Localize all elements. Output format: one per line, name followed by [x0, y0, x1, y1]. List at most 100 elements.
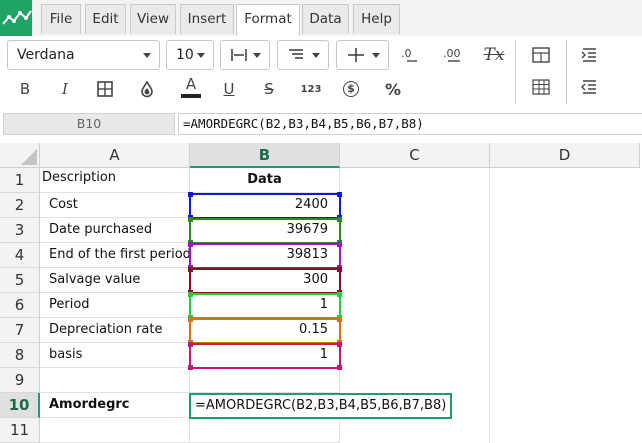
- cell-a11[interactable]: [40, 418, 190, 443]
- bold-icon: B: [19, 80, 31, 98]
- cell-name-box[interactable]: B10: [3, 113, 175, 135]
- row-header-7[interactable]: 7: [0, 318, 40, 343]
- font-color-bar: [181, 94, 201, 98]
- font-color-icon: A: [185, 75, 197, 93]
- toolbar: Verdana 10 .0 .00 Tx B I A U S 123 $ %: [0, 36, 642, 108]
- borders-button[interactable]: [90, 74, 120, 104]
- cell-b2[interactable]: 2400: [190, 193, 340, 218]
- menu-view[interactable]: View: [130, 4, 176, 34]
- underline-button[interactable]: U: [214, 74, 244, 104]
- menu-edit[interactable]: Edit: [85, 4, 126, 34]
- horizontal-align-select[interactable]: [220, 40, 270, 70]
- cell-a5[interactable]: Salvage value: [40, 268, 190, 293]
- currency-format-button[interactable]: $: [336, 74, 366, 104]
- cell-a2[interactable]: Cost: [40, 193, 190, 218]
- clear-format-icon: Tx: [483, 45, 505, 65]
- cell-b6[interactable]: 1: [190, 293, 340, 318]
- grid-icon: [532, 79, 550, 95]
- font-color-button[interactable]: A: [176, 72, 206, 102]
- column-header-a[interactable]: A: [40, 143, 190, 168]
- row-header-6[interactable]: 6: [0, 293, 40, 318]
- decrease-indent-button[interactable]: [574, 72, 604, 102]
- font-size-select[interactable]: 10: [166, 40, 214, 70]
- row-header-1[interactable]: 1: [0, 168, 40, 193]
- row-header-3[interactable]: 3: [0, 218, 40, 243]
- underline-icon: U: [223, 80, 235, 98]
- menu-bar: File Edit View Insert Format Data Help: [0, 0, 642, 36]
- cell-a4[interactable]: End of the first period: [40, 243, 190, 268]
- strikethrough-button[interactable]: S: [254, 74, 284, 104]
- svg-text:.00: .00: [443, 47, 461, 60]
- chevron-down-icon: [253, 53, 261, 58]
- cell-b5[interactable]: 300: [190, 268, 340, 293]
- cell-b7[interactable]: 0.15: [190, 318, 340, 343]
- row-header-2[interactable]: 2: [0, 193, 40, 218]
- indent-icon: [581, 48, 596, 62]
- strikethrough-icon: S: [264, 80, 274, 98]
- outdent-icon: [581, 80, 596, 94]
- chevron-down-icon: [197, 53, 205, 58]
- table-grid-button[interactable]: [526, 72, 556, 102]
- vertical-align-select[interactable]: [336, 40, 389, 70]
- currency-icon: $: [343, 81, 359, 97]
- chevron-down-icon: [143, 53, 151, 58]
- italic-button[interactable]: I: [50, 74, 80, 104]
- menu-file[interactable]: File: [41, 4, 81, 34]
- select-all-corner[interactable]: [0, 143, 40, 168]
- bold-button[interactable]: B: [10, 74, 40, 104]
- align-horizontal-icon: [231, 49, 247, 61]
- increase-decimal-icon: .00: [443, 47, 461, 62]
- cell-a8[interactable]: basis: [40, 343, 190, 368]
- app-logo: [0, 0, 32, 36]
- increase-decimal-button[interactable]: .00: [438, 40, 468, 70]
- row-header-10[interactable]: 10: [0, 393, 40, 418]
- percent-format-button[interactable]: %: [378, 74, 408, 104]
- spreadsheet-grid: A B C D 1 2 3 4 5 6 7 8 9 10 11 Descript…: [0, 143, 642, 443]
- cell-editor[interactable]: =AMORDEGRC(B2,B3,B4,B5,B6,B7,B8): [189, 393, 453, 419]
- clear-format-button[interactable]: Tx: [479, 40, 509, 70]
- row-header-8[interactable]: 8: [0, 343, 40, 368]
- font-family-select[interactable]: Verdana: [7, 40, 160, 70]
- svg-text:.0: .0: [401, 47, 412, 60]
- cell-a1[interactable]: Description: [40, 168, 190, 193]
- text-align-select[interactable]: [277, 40, 329, 70]
- chevron-down-icon: [372, 53, 380, 58]
- cell-a9[interactable]: [40, 368, 190, 393]
- cell-b9[interactable]: [190, 368, 340, 393]
- formula-input[interactable]: =AMORDEGRC(B2,B3,B4,B5,B6,B7,B8): [178, 113, 642, 135]
- percent-icon: %: [384, 79, 402, 99]
- column-d-cells[interactable]: [490, 168, 642, 443]
- cell-b4[interactable]: 39813: [190, 243, 340, 268]
- row-header-9[interactable]: 9: [0, 368, 40, 393]
- cell-b11[interactable]: [190, 418, 340, 443]
- cell-a7[interactable]: Depreciation rate: [40, 318, 190, 343]
- borders-icon: [97, 81, 113, 97]
- chevron-down-icon: [312, 53, 320, 58]
- number-format-button[interactable]: 123: [296, 74, 326, 104]
- fill-color-button[interactable]: [132, 74, 162, 104]
- increase-indent-button[interactable]: [574, 40, 604, 70]
- cell-b8[interactable]: 1: [190, 343, 340, 368]
- column-header-d[interactable]: D: [490, 143, 640, 168]
- column-header-b[interactable]: B: [190, 143, 340, 168]
- cell-a10[interactable]: Amordegrc: [40, 393, 190, 418]
- toolbar-divider: [566, 40, 567, 104]
- cell-b3[interactable]: 39679: [190, 218, 340, 243]
- toolbar-divider: [515, 40, 516, 104]
- menu-insert[interactable]: Insert: [180, 4, 234, 34]
- cell-b1[interactable]: Data: [190, 168, 340, 193]
- row-header-11[interactable]: 11: [0, 418, 40, 443]
- merge-cells-button[interactable]: [526, 40, 556, 70]
- cell-a6[interactable]: Period: [40, 293, 190, 318]
- text-align-icon: [289, 49, 303, 59]
- row-header-4[interactable]: 4: [0, 243, 40, 268]
- cell-a3[interactable]: Date purchased: [40, 218, 190, 243]
- menu-format[interactable]: Format: [236, 4, 300, 36]
- decrease-decimal-button[interactable]: .0: [395, 40, 425, 70]
- align-vertical-icon: [348, 48, 364, 62]
- row-header-5[interactable]: 5: [0, 268, 40, 293]
- italic-icon: I: [62, 80, 68, 98]
- menu-help[interactable]: Help: [353, 4, 400, 34]
- menu-data[interactable]: Data: [302, 4, 349, 34]
- column-header-c[interactable]: C: [340, 143, 490, 168]
